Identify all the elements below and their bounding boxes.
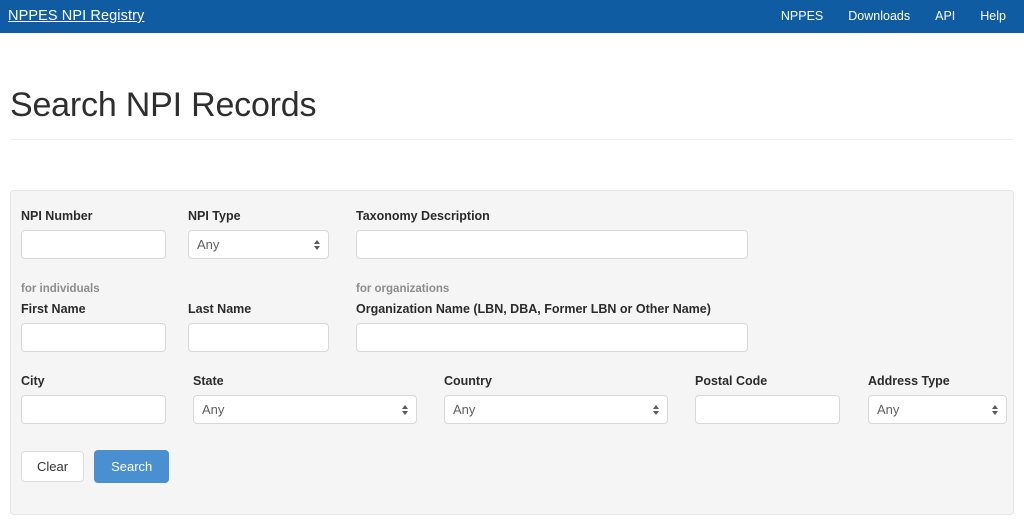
label-npi-number: NPI Number: [21, 209, 93, 223]
city-input[interactable]: [21, 395, 166, 424]
label-npi-type: NPI Type: [188, 209, 241, 223]
field-country: Country Any: [444, 374, 668, 424]
state-select[interactable]: Any: [193, 395, 417, 424]
label-taxonomy-description: Taxonomy Description: [356, 209, 490, 223]
page-title: Search NPI Records: [10, 86, 317, 124]
hint-for-individuals: for individuals: [21, 283, 100, 295]
chevron-updown-icon: [314, 239, 320, 250]
chevron-updown-icon: [653, 404, 659, 415]
address-type-select[interactable]: Any: [868, 395, 1007, 424]
nav-link-api[interactable]: API: [935, 0, 955, 33]
chevron-updown-icon: [402, 404, 408, 415]
field-first-name: for individuals First Name: [21, 282, 166, 352]
hint-spacer-last-name: [188, 282, 329, 296]
label-address-type: Address Type: [868, 374, 950, 388]
last-name-input[interactable]: [188, 323, 329, 352]
field-npi-type: NPI Type Any: [188, 209, 329, 259]
title-divider: [10, 139, 1014, 140]
top-navigation-bar: NPPES NPI Registry NPPES Downloads API H…: [0, 0, 1024, 33]
nav-link-downloads[interactable]: Downloads: [848, 0, 910, 33]
taxonomy-description-input[interactable]: [356, 230, 748, 259]
label-last-name: Last Name: [188, 302, 252, 316]
field-state: State Any: [193, 374, 417, 424]
label-postal-code: Postal Code: [695, 374, 768, 388]
chevron-updown-icon: [992, 404, 998, 415]
address-type-selected-value: Any: [877, 402, 900, 417]
field-address-type: Address Type Any: [868, 374, 1007, 424]
form-row-identity: NPI Number NPI Type Any Taxonomy Descrip…: [21, 209, 1003, 259]
npi-number-input[interactable]: [21, 230, 166, 259]
search-button[interactable]: Search: [94, 450, 170, 483]
form-row-names: for individuals First Name Last Name for…: [21, 282, 1003, 352]
search-form-panel: NPI Number NPI Type Any Taxonomy Descrip…: [10, 190, 1014, 515]
field-postal-code: Postal Code: [695, 374, 840, 424]
label-state: State: [193, 374, 224, 388]
postal-code-input[interactable]: [695, 395, 840, 424]
label-organization-name: Organization Name (LBN, DBA, Former LBN …: [356, 302, 711, 316]
state-selected-value: Any: [202, 402, 225, 417]
npi-type-selected-value: Any: [197, 237, 220, 252]
nav-link-help[interactable]: Help: [980, 0, 1006, 33]
country-select[interactable]: Any: [444, 395, 668, 424]
clear-button[interactable]: Clear: [21, 451, 85, 482]
hint-for-organizations: for organizations: [356, 283, 450, 295]
nav-links: NPPES Downloads API Help: [781, 0, 1012, 33]
label-first-name: First Name: [21, 302, 86, 316]
first-name-input[interactable]: [21, 323, 166, 352]
field-last-name: Last Name: [188, 282, 329, 352]
brand-link[interactable]: NPPES NPI Registry: [8, 0, 144, 33]
page-content: Search NPI Records NPI Number NPI Type A…: [0, 86, 1024, 515]
country-selected-value: Any: [453, 402, 476, 417]
label-country: Country: [444, 374, 492, 388]
npi-type-select[interactable]: Any: [188, 230, 329, 259]
nav-link-nppes[interactable]: NPPES: [781, 0, 823, 33]
label-city: City: [21, 374, 45, 388]
organization-name-input[interactable]: [356, 323, 748, 352]
form-actions: Clear Search: [21, 450, 1003, 483]
field-taxonomy-description: Taxonomy Description: [356, 209, 748, 259]
field-city: City: [21, 374, 166, 424]
field-organization-name: for organizations Organization Name (LBN…: [356, 282, 748, 352]
form-row-address: City State Any Country Any Postal Code A…: [21, 374, 1007, 424]
field-npi-number: NPI Number: [21, 209, 166, 259]
